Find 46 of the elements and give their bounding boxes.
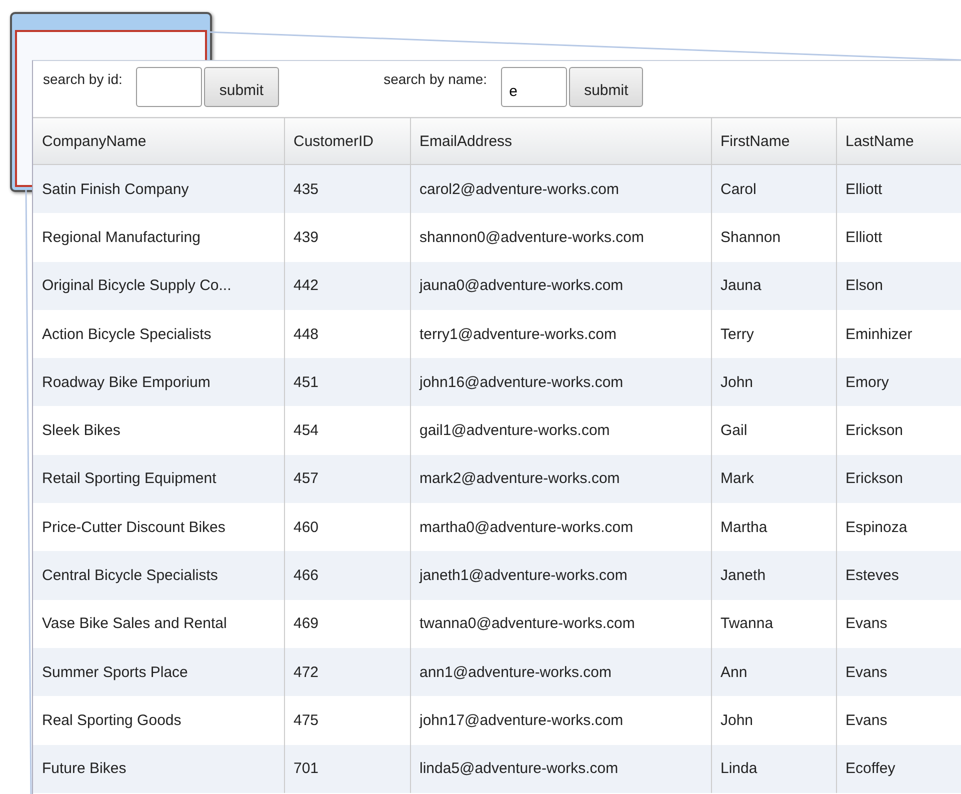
table-cell: Satin Finish Company [33,164,284,214]
table-cell: 435 [284,164,410,214]
table-cell: Summer Sports Place [33,648,284,696]
table-cell: janeth1@adventure-works.com [410,551,711,600]
table-cell: 451 [284,358,410,406]
table-cell: 457 [284,454,410,504]
search-label: search by id: [43,71,122,87]
search-field[interactable]: e [501,67,568,107]
table-cell: Esteves [836,551,961,600]
submit-button[interactable]: submit [569,67,644,107]
table-cell: 466 [284,551,410,600]
table-cell: 701 [284,744,410,793]
table-cell: 442 [284,262,410,310]
table-cell: mark2@adventure-works.com [410,454,711,504]
table-cell: Elliott [836,164,961,214]
table-cell: 472 [284,648,410,696]
table-cell: John [711,358,836,406]
table-cell: john16@adventure-works.com [410,358,711,406]
column-header[interactable]: CustomerID [284,118,410,164]
table-cell: jauna0@adventure-works.com [410,262,711,310]
table-cell: Ecoffey [836,744,961,793]
table-cell: linda5@adventure-works.com [410,744,711,793]
table-cell: Ann [711,648,836,696]
column-header[interactable]: LastName [836,118,961,164]
submit-button[interactable]: submit [204,67,279,107]
table-cell: ann1@adventure-works.com [410,648,711,696]
search-label: search by name: [384,71,488,87]
column-header[interactable]: EmailAddress [410,118,711,164]
table-cell: Original Bicycle Supply Co... [33,262,284,310]
table-cell: Erickson [836,454,961,504]
table-cell: Retail Sporting Equipment [33,454,284,504]
table-cell: Carol [711,164,836,214]
column-header[interactable]: CompanyName [33,118,284,164]
table-cell: Mark [711,454,836,504]
table-cell: Janeth [711,551,836,600]
table-cell: Central Bicycle Specialists [33,551,284,600]
table-cell: Roadway Bike Emporium [33,358,284,406]
table-cell: carol2@adventure-works.com [410,164,711,214]
search-field[interactable] [136,67,202,107]
table-cell: Jauna [711,262,836,310]
table-cell: Evans [836,648,961,696]
table-cell: Emory [836,358,961,406]
column-header[interactable]: FirstName [711,118,836,164]
table-cell: Future Bikes [33,744,284,793]
table-cell: Linda [711,744,836,793]
table-cell: Elson [836,262,961,310]
